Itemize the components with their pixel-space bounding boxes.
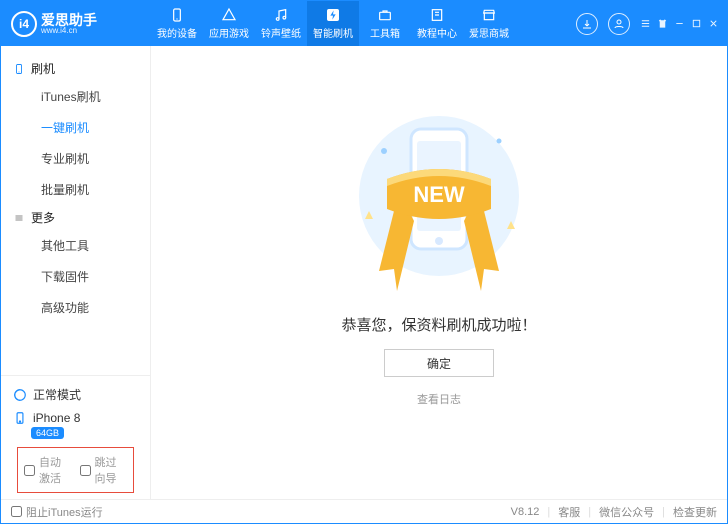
skip-guide-checkbox[interactable]: 跳过向导	[80, 454, 128, 486]
account-button[interactable]	[608, 13, 630, 35]
brand: i4 爱思助手 www.i4.cn	[1, 11, 151, 37]
sidebar-item[interactable]: iTunes刷机	[1, 81, 150, 112]
menu-icon[interactable]	[640, 18, 651, 29]
skin-icon[interactable]	[657, 18, 668, 29]
statusbar: 阻止iTunes运行 V8.12 | 客服 | 微信公众号 | 检查更新	[1, 499, 727, 523]
sidebar-item[interactable]: 其他工具	[1, 230, 150, 261]
tab-book[interactable]: 教程中心	[411, 1, 463, 46]
mode-label: 正常模式	[33, 386, 81, 403]
sidebar-group-header[interactable]: 刷机	[1, 56, 150, 81]
brand-logo-icon: i4	[11, 11, 37, 37]
ok-button[interactable]: 确定	[384, 349, 494, 377]
tab-label: 应用游戏	[209, 25, 249, 40]
block-itunes-checkbox[interactable]: 阻止iTunes运行	[11, 504, 103, 520]
sidebar: 刷机iTunes刷机一键刷机专业刷机批量刷机更多其他工具下载固件高级功能 正常模…	[1, 46, 151, 499]
tab-store[interactable]: 爱思商城	[463, 1, 515, 46]
tab-label: 我的设备	[157, 25, 197, 40]
sidebar-mode[interactable]: 正常模式	[11, 382, 140, 407]
view-log-link[interactable]: 查看日志	[417, 391, 461, 407]
titlebar: i4 爱思助手 www.i4.cn 我的设备应用游戏铃声壁纸智能刷机 工具箱 教程中…	[1, 1, 727, 46]
version-label: V8.12	[511, 506, 540, 518]
main-panel: NEW 恭喜您，保资料刷机成功啦！ 确定 查看日志	[151, 46, 727, 499]
support-link[interactable]: 客服	[558, 504, 580, 520]
sidebar-item[interactable]: 批量刷机	[1, 174, 150, 205]
sidebar-item[interactable]: 高级功能	[1, 292, 150, 323]
wechat-link[interactable]: 微信公众号	[599, 504, 654, 520]
minimize-icon[interactable]	[674, 18, 685, 29]
svg-text:NEW: NEW	[413, 182, 465, 207]
brand-title: 爱思助手	[41, 13, 97, 27]
sidebar-item[interactable]: 下载固件	[1, 261, 150, 292]
download-button[interactable]	[576, 13, 598, 35]
success-illustration: NEW	[339, 101, 539, 296]
tab-label: 铃声壁纸	[261, 25, 301, 40]
close-icon[interactable]	[708, 18, 719, 29]
success-message: 恭喜您，保资料刷机成功啦！	[341, 314, 536, 335]
sidebar-item[interactable]: 一键刷机	[1, 112, 150, 143]
tab-apps[interactable]: 应用游戏	[203, 1, 255, 46]
update-link[interactable]: 检查更新	[673, 504, 717, 520]
sidebar-group-header[interactable]: 更多	[1, 205, 150, 230]
device-storage-badge: 64GB	[31, 427, 64, 439]
tab-toolbox[interactable]: 工具箱	[359, 1, 411, 46]
auto-activate-checkbox[interactable]: 自动激活	[24, 454, 72, 486]
tab-flash[interactable]: 智能刷机	[307, 1, 359, 46]
maximize-icon[interactable]	[691, 18, 702, 29]
tab-device[interactable]: 我的设备	[151, 1, 203, 46]
tab-label: 智能刷机	[313, 25, 353, 40]
tab-music[interactable]: 铃声壁纸	[255, 1, 307, 46]
sidebar-item[interactable]: 专业刷机	[1, 143, 150, 174]
tab-label: 工具箱	[370, 25, 400, 40]
tab-label: 爱思商城	[469, 25, 509, 40]
sidebar-options-highlight: 自动激活 跳过向导	[17, 447, 134, 493]
device-name: iPhone 8	[33, 411, 80, 425]
tab-label: 教程中心	[417, 25, 457, 40]
brand-sub: www.i4.cn	[41, 27, 97, 35]
sidebar-device[interactable]: iPhone 8	[11, 407, 140, 425]
